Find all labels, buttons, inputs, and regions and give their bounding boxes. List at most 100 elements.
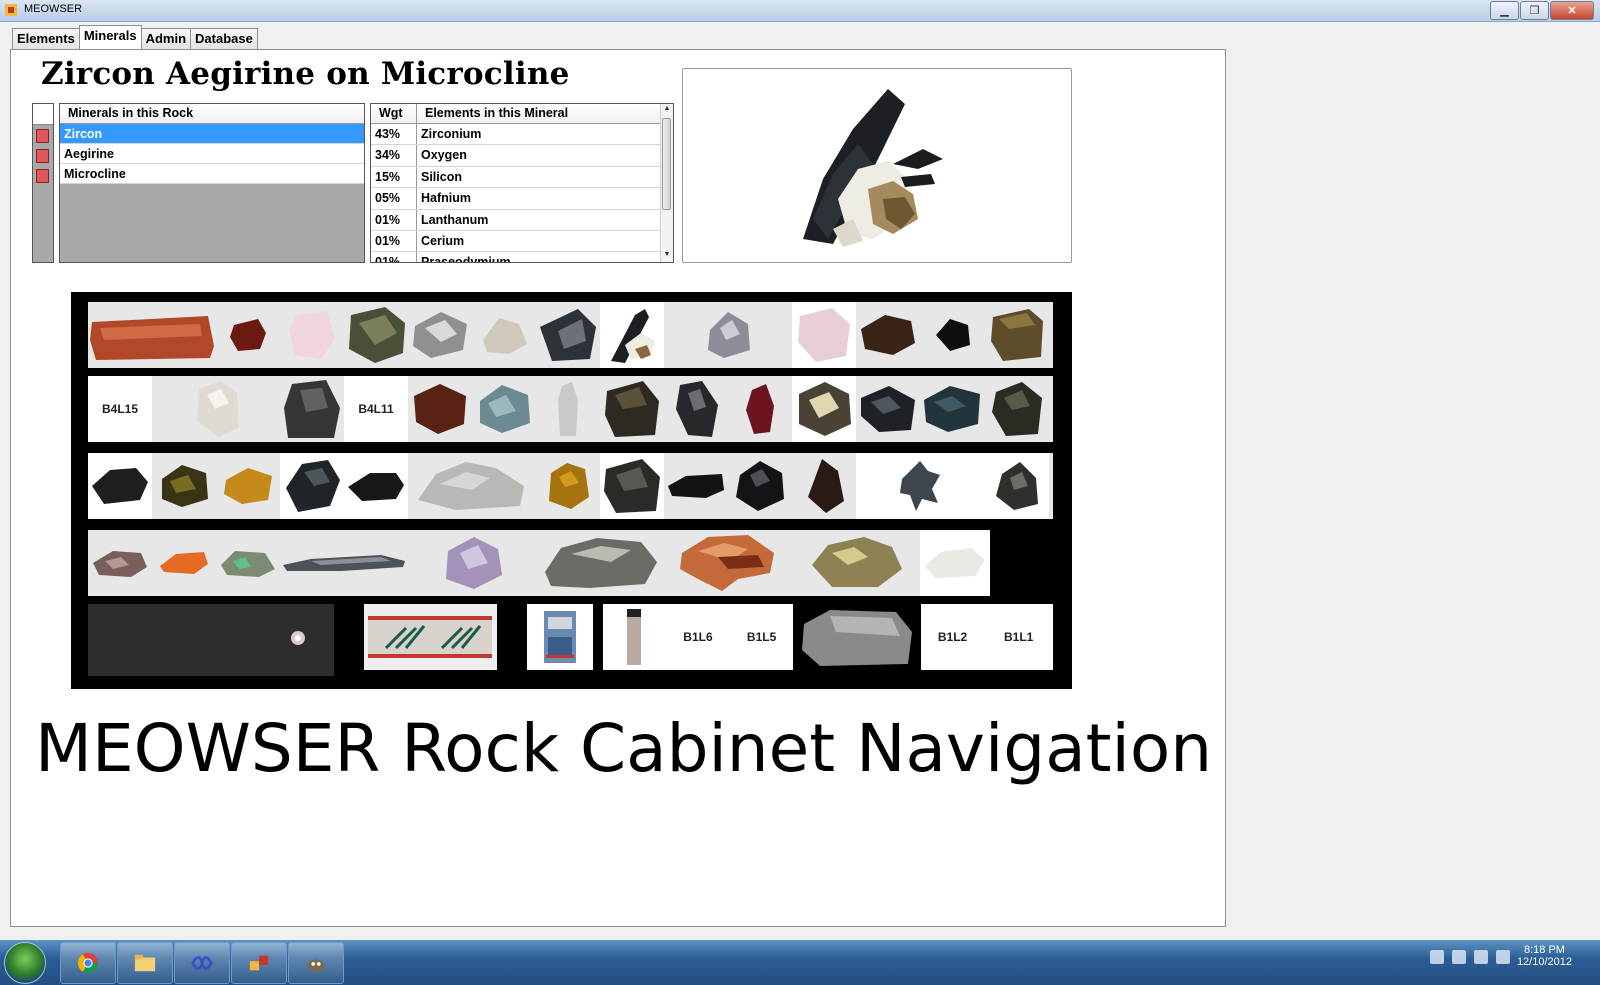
element-row[interactable]: 01% Cerium bbox=[371, 230, 673, 253]
maximize-button[interactable]: ❐ bbox=[1520, 1, 1549, 20]
taskbar-app-button[interactable] bbox=[174, 942, 230, 984]
tab-admin[interactable]: Admin bbox=[140, 28, 192, 49]
shelf-label[interactable]: B4L11 bbox=[344, 376, 408, 442]
rock-slot[interactable] bbox=[280, 453, 344, 519]
rock-slot[interactable] bbox=[536, 302, 600, 368]
minerals-list-header[interactable]: Minerals in this Rock bbox=[60, 104, 364, 124]
show-hidden-icon[interactable] bbox=[1430, 950, 1444, 964]
shelf-label[interactable]: B1L1 bbox=[984, 604, 1053, 670]
rock-slot[interactable] bbox=[920, 302, 984, 368]
taskbar-gimp-button[interactable] bbox=[288, 942, 344, 984]
rock-slot[interactable] bbox=[984, 302, 1049, 368]
rock-slot[interactable] bbox=[88, 302, 216, 368]
rock-slot[interactable] bbox=[88, 530, 152, 596]
rock-slot[interactable] bbox=[793, 604, 920, 670]
tab-database[interactable]: Database bbox=[190, 28, 258, 49]
rock-slot[interactable] bbox=[856, 302, 920, 368]
rock-slot[interactable] bbox=[472, 302, 536, 368]
rock-slot[interactable] bbox=[152, 530, 216, 596]
mineral-row-microcline[interactable]: Microcline bbox=[60, 164, 364, 184]
rock-slot[interactable] bbox=[344, 302, 408, 368]
element-row[interactable]: 01% Praseodymium bbox=[371, 252, 673, 262]
elements-grid-scrollbar[interactable]: ▲ ▼ bbox=[660, 104, 673, 262]
element-row[interactable]: 43% Zirconium bbox=[371, 124, 673, 146]
rock-slot[interactable] bbox=[216, 530, 280, 596]
shelf-label[interactable]: B1L2 bbox=[920, 604, 985, 670]
rock-slot[interactable] bbox=[856, 453, 984, 519]
rock-slot[interactable] bbox=[600, 453, 664, 519]
rock-slot[interactable] bbox=[152, 376, 280, 442]
rock-slot[interactable] bbox=[728, 453, 792, 519]
rock-slot[interactable] bbox=[472, 376, 536, 442]
rock-slot[interactable] bbox=[984, 453, 1049, 519]
rock-slot[interactable] bbox=[216, 302, 280, 368]
rock-slot[interactable] bbox=[792, 453, 856, 519]
rock-slot[interactable] bbox=[792, 530, 920, 596]
rock-slot[interactable] bbox=[88, 604, 334, 676]
network-icon[interactable] bbox=[1474, 950, 1488, 964]
taskbar-clock[interactable]: 8:18 PM 12/10/2012 bbox=[1517, 944, 1572, 968]
mineral-checkbox-zircon[interactable] bbox=[36, 129, 49, 143]
rock-slot[interactable] bbox=[408, 453, 536, 519]
scrollbar-thumb[interactable] bbox=[662, 118, 671, 210]
rock-slot[interactable] bbox=[408, 302, 472, 368]
taskbar-meowser-button[interactable] bbox=[231, 942, 287, 984]
rock-slot[interactable] bbox=[792, 302, 856, 368]
rock-slot[interactable] bbox=[984, 376, 1049, 442]
weight-column-header[interactable]: Wgt bbox=[371, 104, 417, 123]
rock-slot[interactable] bbox=[920, 376, 984, 442]
taskbar-explorer-button[interactable] bbox=[117, 942, 173, 984]
element-column-header[interactable]: Elements in this Mineral bbox=[417, 104, 673, 123]
element-row[interactable]: 34% Oxygen bbox=[371, 145, 673, 167]
rock-slot[interactable] bbox=[280, 530, 408, 596]
tab-minerals[interactable]: Minerals bbox=[78, 25, 142, 49]
rock-slot[interactable] bbox=[88, 453, 152, 519]
rock-slot[interactable] bbox=[526, 604, 593, 670]
rock-slot[interactable] bbox=[536, 530, 664, 596]
rock-slot[interactable] bbox=[728, 376, 792, 442]
mineral-checkbox-microcline[interactable] bbox=[36, 169, 49, 183]
clock-time: 8:18 PM bbox=[1523, 944, 1565, 956]
mineral-row-aegirine[interactable]: Aegirine bbox=[60, 144, 364, 164]
rock-slot[interactable] bbox=[152, 453, 216, 519]
element-row[interactable]: 15% Silicon bbox=[371, 166, 673, 189]
rock-slot[interactable] bbox=[792, 376, 856, 442]
minimize-button[interactable]: ▁ bbox=[1490, 1, 1519, 20]
rock-slot[interactable] bbox=[536, 453, 600, 519]
element-row[interactable]: 05% Hafnium bbox=[371, 188, 673, 210]
rock-thumbnail bbox=[604, 459, 660, 513]
rock-slot[interactable] bbox=[280, 302, 344, 368]
rock-slot[interactable] bbox=[344, 453, 408, 519]
rock-slot[interactable] bbox=[856, 376, 920, 442]
rock-slot[interactable] bbox=[216, 453, 280, 519]
tab-elements[interactable]: Elements bbox=[12, 28, 80, 49]
rock-slot[interactable] bbox=[920, 530, 990, 596]
rock-slot[interactable] bbox=[408, 376, 472, 442]
rock-slot[interactable] bbox=[664, 453, 728, 519]
shelf-label[interactable]: B1L6 bbox=[666, 604, 730, 670]
mineral-checkbox-aegirine[interactable] bbox=[36, 149, 49, 163]
rock-slot[interactable] bbox=[600, 302, 664, 368]
shelf-label[interactable]: B1L5 bbox=[729, 604, 794, 670]
rock-slot[interactable] bbox=[408, 530, 536, 596]
close-button[interactable]: ✕ bbox=[1550, 1, 1594, 20]
rock-slot[interactable] bbox=[536, 376, 600, 442]
mineral-row-zircon[interactable]: Zircon bbox=[60, 124, 364, 144]
rock-slot[interactable] bbox=[664, 376, 728, 442]
rock-slot[interactable] bbox=[280, 376, 344, 442]
shelf-label[interactable]: B4L15 bbox=[88, 376, 152, 442]
taskbar-chrome-button[interactable] bbox=[60, 942, 116, 984]
scroll-down-arrow-icon[interactable]: ▼ bbox=[662, 251, 672, 261]
scroll-up-arrow-icon[interactable]: ▲ bbox=[662, 105, 672, 115]
start-button[interactable] bbox=[4, 942, 46, 984]
rock-slot[interactable] bbox=[664, 530, 792, 596]
rock-slot[interactable] bbox=[664, 302, 792, 368]
zircon-specimen-image bbox=[803, 89, 943, 247]
element-row[interactable]: 01% Lanthanum bbox=[371, 209, 673, 231]
rock-slot[interactable] bbox=[600, 376, 664, 442]
flag-icon[interactable] bbox=[1452, 950, 1466, 964]
volume-icon[interactable] bbox=[1496, 950, 1510, 964]
rock-slot[interactable] bbox=[602, 604, 667, 670]
rock-thumbnail bbox=[936, 319, 970, 351]
rock-slot[interactable] bbox=[363, 604, 498, 670]
